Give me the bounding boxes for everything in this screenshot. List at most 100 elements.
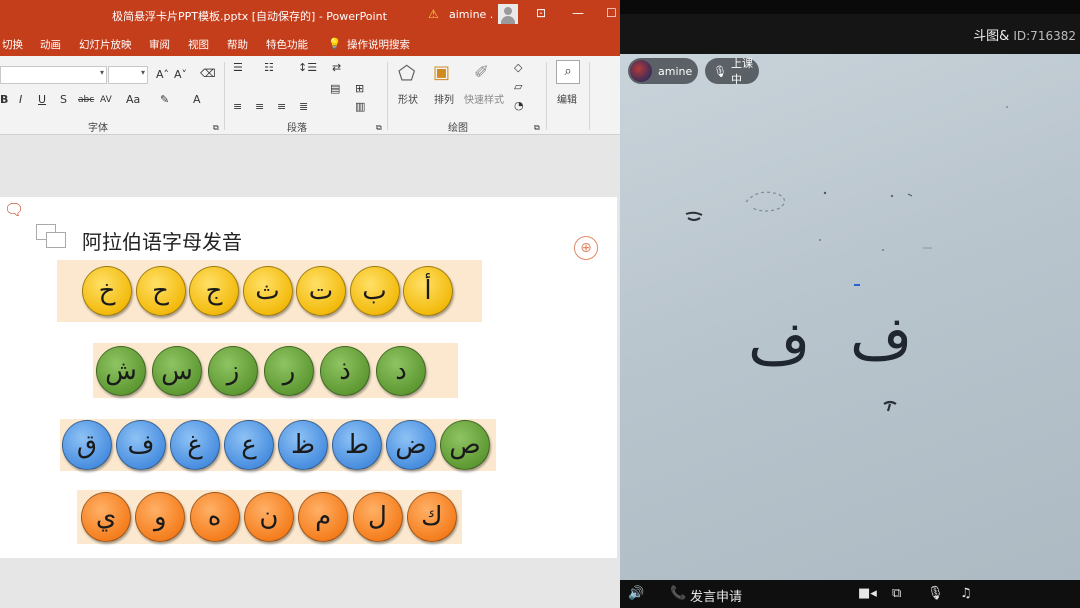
music-icon[interactable]: ♫ [960,586,972,601]
drawing-group-label: 绘图 [448,123,468,134]
align-text-icon[interactable]: ▤ [330,83,340,95]
arabic-letter-button[interactable]: ج [189,266,239,316]
arabic-letter-button[interactable]: ص [440,420,490,470]
arabic-letter-button[interactable]: ض [386,420,436,470]
arabic-letter-button[interactable]: ه [189,492,240,542]
numbering-icon[interactable]: ☷ [264,62,274,74]
drawing-dialog-launcher-icon[interactable]: ⧉ [534,122,540,134]
phone-icon[interactable]: 📞 [670,586,686,601]
account-avatar[interactable] [498,4,518,24]
arabic-letter-button[interactable]: ب [349,266,400,316]
align-right-icon[interactable]: ≡ [277,101,286,113]
arabic-letter-button[interactable]: ف [116,420,166,470]
shapes-button[interactable]: ⬠ 形状 [394,60,426,114]
whiteboard-video: amine 🎙 上课中 ف ف [620,54,1080,580]
arabic-letter-button[interactable]: د [376,346,426,396]
arabic-letter-button[interactable]: ع [224,420,274,470]
highlight-icon[interactable]: ✎ [160,94,169,106]
arabic-letter-button[interactable]: أ [403,266,453,316]
bold-icon[interactable]: B [0,94,8,106]
arabic-letter-button[interactable]: و [135,492,186,542]
bullets-icon[interactable]: ☰ [233,62,243,74]
screen-share-icon[interactable]: ⧉ [892,586,901,601]
system-bar [620,0,1080,14]
arabic-letter-button[interactable]: ن [243,492,294,542]
clear-format-icon[interactable]: ⌫ [200,68,216,80]
tell-me-search[interactable]: 操作说明搜索 [347,37,410,52]
arabic-letter-button[interactable]: ي [81,492,131,542]
text-direction-icon[interactable]: ⇄ [332,62,341,74]
arabic-letter-button[interactable]: غ [170,420,220,470]
minimize-icon[interactable]: — [572,6,584,20]
shape-fill-icon[interactable]: ◇ [514,62,522,74]
italic-icon[interactable]: I [19,94,22,106]
account-name[interactable]: aimine . [449,8,493,21]
align-left-icon[interactable]: ≡ [233,101,242,113]
shape-effects-icon[interactable]: ◔ [514,100,524,112]
volume-icon[interactable]: 🔊 [628,586,644,601]
stream-controls: 🔊 📞 发言申请 ■◂ ⧉ 🎙 ♫ [620,580,1080,608]
arabic-letter-button[interactable]: م [298,492,349,542]
arabic-letter-button[interactable]: س [152,346,202,396]
font-name-combo[interactable] [0,66,107,84]
strikethrough-icon[interactable]: abc [78,94,94,106]
tab-help[interactable]: 帮助 [227,37,248,52]
shadow-icon[interactable]: S [60,94,67,106]
justify-icon[interactable]: ≣ [299,101,308,113]
powerpoint-window: 极简悬浮卡片PPT模板.pptx [自动保存的] - PowerPoint ⚠ … [0,0,620,608]
convert-smartart-icon[interactable]: ⊞ [355,83,364,95]
ribbon-display-icon[interactable]: ⊡ [536,6,546,20]
quick-styles-button[interactable]: ✐ 快速样式 [464,60,510,114]
arabic-letter-button[interactable]: ظ [278,420,328,470]
arabic-letter-button[interactable]: ل [352,492,403,542]
arabic-letter-button[interactable]: ذ [320,346,370,396]
line-spacing-icon[interactable]: ↕☰ [298,62,317,74]
warning-icon[interactable]: ⚠ [428,7,439,21]
font-color-icon[interactable]: A [193,94,201,106]
char-spacing-icon[interactable]: AV [100,94,112,106]
slide-title[interactable]: 阿拉伯语字母发音 [82,226,242,255]
arabic-letter-button[interactable]: ز [208,346,258,396]
arabic-letter-button[interactable]: ش [96,346,146,396]
arabic-letter-button[interactable]: خ [82,266,132,316]
speak-request-button[interactable]: 发言申请 [690,586,742,605]
paragraph-dialog-launcher-icon[interactable]: ⧉ [376,122,382,134]
arabic-letter-button[interactable]: ق [62,420,112,470]
tab-slideshow[interactable]: 幻灯片放映 [79,37,132,52]
comment-icon[interactable]: 🗨 [4,200,24,219]
align-center-icon[interactable]: ≡ [255,101,264,113]
columns-icon[interactable]: ▥ [355,101,365,113]
change-case-icon[interactable]: Aa [126,94,140,106]
search-icon: ⌕ [556,60,580,84]
edit-button[interactable]: ⌕ 编辑 [554,60,584,114]
arrange-button[interactable]: ▣ 排列 [430,60,462,114]
arabic-letter-button[interactable]: ت [296,266,346,316]
camera-icon[interactable]: ■◂ [858,586,877,601]
arabic-letter-button[interactable]: ث [242,266,293,316]
tab-review[interactable]: 审阅 [149,37,170,52]
whiteboard-letter: ف [748,309,811,379]
maximize-icon[interactable]: ☐ [606,6,617,20]
brand-and-id: 斗图& ID:716382 [973,25,1076,44]
paragraph-group-label: 段落 [287,123,307,134]
decrease-font-icon[interactable]: A˅ [174,69,187,81]
increase-font-icon[interactable]: A˄ [156,69,169,81]
arabic-letter-button[interactable]: ح [135,266,186,316]
globe-icon: ⊕ [574,236,598,260]
tab-transitions[interactable]: 切换 [2,37,23,52]
arabic-letter-button[interactable]: ك [406,492,457,542]
arabic-letter-button[interactable]: ط [332,420,382,470]
underline-icon[interactable]: U [38,94,46,106]
quick-styles-icon: ✐ [474,62,490,83]
font-size-combo[interactable] [108,66,148,84]
shapes-label: 形状 [398,95,418,106]
tab-view[interactable]: 视图 [188,37,209,52]
tab-special-features[interactable]: 特色功能 [266,37,308,52]
arabic-letter-button[interactable]: ر [264,346,314,396]
edit-label: 编辑 [557,95,577,106]
microphone-icon[interactable]: 🎙 [927,586,944,601]
shape-outline-icon[interactable]: ▱ [514,81,522,93]
tab-animations[interactable]: 动画 [40,37,61,52]
stream-header: 斗图& ID:716382 [620,14,1080,54]
font-dialog-launcher-icon[interactable]: ⧉ [213,122,219,134]
